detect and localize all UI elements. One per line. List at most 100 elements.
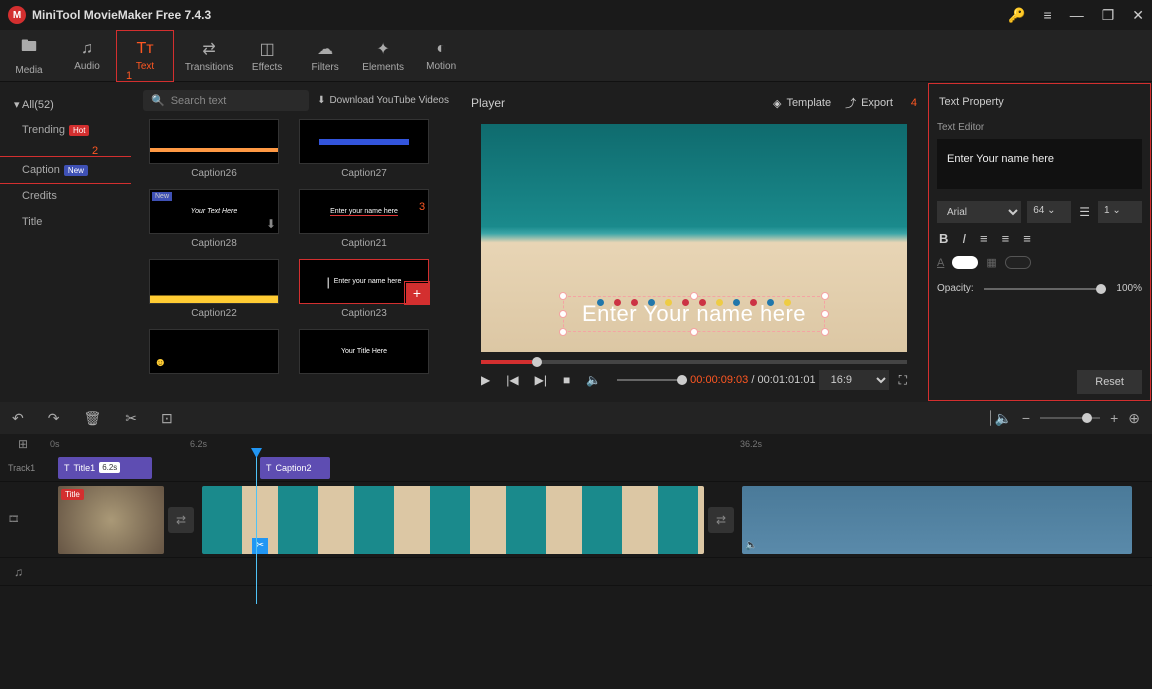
label: Filters	[312, 62, 339, 73]
thumb-extra1[interactable]: ☻	[149, 329, 279, 374]
aspect-select[interactable]: 16:9	[819, 370, 889, 390]
align-left-button[interactable]: ≡	[980, 231, 988, 246]
category-trending[interactable]: TrendingHot	[0, 117, 131, 143]
tool-media[interactable]: 🖿Media	[0, 30, 58, 82]
delete-button[interactable]: 🗑	[83, 410, 101, 427]
filters-icon: ☁	[317, 39, 333, 59]
add-caption-button[interactable]: +	[406, 283, 428, 303]
thumb-caption22[interactable]: Caption22	[149, 259, 279, 319]
reset-button[interactable]: Reset	[1077, 370, 1142, 394]
zoom-fit-button[interactable]: ⊕	[1128, 410, 1140, 427]
elements-icon: ✦	[376, 39, 389, 59]
thumb-extra2[interactable]: Your Title Here	[299, 329, 429, 374]
player-scrubber[interactable]	[481, 360, 907, 364]
video-preview[interactable]: Enter Your name here	[481, 124, 907, 352]
export-icon: ⤴	[845, 95, 856, 111]
maximize-button[interactable]: ❐	[1102, 7, 1115, 24]
music-icon: ♫	[81, 40, 93, 58]
tool-elements[interactable]: ✦Elements	[354, 30, 412, 82]
tool-motion[interactable]: ◐Motion	[412, 30, 470, 82]
stop-button[interactable]: ■	[563, 373, 570, 387]
annotation-1: 1	[126, 70, 132, 82]
thumb-caption23[interactable]: |Enter your name here + Caption23 3	[299, 259, 429, 319]
label: All(52)	[22, 99, 54, 111]
play-button[interactable]: ▶	[481, 373, 490, 387]
transition-icon[interactable]: ⇄	[708, 507, 734, 533]
category-all[interactable]: ▾ All(52)	[0, 92, 131, 117]
tool-transitions[interactable]: ⇄Transitions	[180, 30, 238, 82]
text-property-panel: Text Property Text Editor Enter Your nam…	[927, 82, 1152, 402]
text-color-icon: A	[937, 257, 944, 269]
category-credits[interactable]: Credits	[0, 183, 131, 209]
search-icon: 🔍	[151, 94, 165, 107]
annotation-4: 4	[911, 97, 917, 109]
upgrade-key-icon[interactable]: 🔑	[1008, 7, 1025, 24]
tool-audio[interactable]: ♫Audio	[58, 30, 116, 82]
zoom-out-button[interactable]: −	[1022, 410, 1030, 426]
prev-frame-button[interactable]: |◀	[506, 373, 518, 387]
mute-toggle[interactable]: ⏐🔈	[987, 410, 1012, 427]
video-clip-3[interactable]: 🔈	[742, 486, 1132, 554]
opacity-slider[interactable]	[984, 288, 1107, 290]
video-track-row[interactable]: 🎞 Title ⇄ ✂ ⇄ 🔈	[0, 482, 1152, 558]
playhead[interactable]	[256, 454, 257, 604]
title-track-row[interactable]: Track1 T Title1 6.2s T Caption2	[0, 454, 1152, 482]
export-button[interactable]: ⤴Export	[845, 95, 893, 111]
fullscreen-button[interactable]: ⛶	[899, 373, 907, 388]
timeline-ruler[interactable]: ⊞ 0s 6.2s 36.2s	[0, 434, 1152, 454]
tool-text[interactable]: TᴛText	[116, 30, 174, 82]
timeline: ↶ ↷ 🗑 ✂ ⊡ ⏐🔈 − + ⊕ ⊞ 0s 6.2s 36.2s Track…	[0, 402, 1152, 604]
split-button[interactable]: ✂	[125, 410, 137, 427]
category-title[interactable]: Title	[0, 209, 131, 235]
close-button[interactable]: ✕	[1132, 7, 1144, 24]
hot-badge: Hot	[69, 125, 89, 136]
category-caption[interactable]: CaptionNew	[0, 157, 131, 183]
zoom-in-button[interactable]: +	[1110, 410, 1118, 426]
text-input[interactable]: Enter Your name here	[937, 139, 1142, 189]
italic-button[interactable]: I	[962, 231, 966, 246]
search-input[interactable]: 🔍Search text	[143, 90, 309, 111]
video-clip-2[interactable]: ✂	[202, 486, 704, 554]
title-clip[interactable]: T Title1 6.2s	[58, 457, 152, 479]
thumb-caption21[interactable]: Enter your name hereCaption21	[299, 189, 429, 249]
video-clip-1[interactable]: Title	[58, 486, 164, 554]
font-size-select[interactable]: 64 ⌄	[1027, 201, 1071, 223]
minimize-button[interactable]: —	[1070, 7, 1084, 23]
download-youtube-button[interactable]: ⬇Download YouTube Videos	[317, 95, 449, 106]
bg-color-icon: ▦	[986, 256, 996, 269]
volume-button[interactable]: 🔈	[586, 373, 601, 387]
template-button[interactable]: ◈Template	[773, 97, 831, 110]
transition-icon[interactable]: ⇄	[168, 507, 194, 533]
audio-track-row[interactable]: ♫	[0, 558, 1152, 586]
tool-effects[interactable]: ◫Effects	[238, 30, 296, 82]
tool-filters[interactable]: ☁ Filters	[296, 30, 354, 82]
menu-icon[interactable]: ≡	[1044, 7, 1052, 23]
folder-icon: 🖿	[21, 35, 37, 62]
overlay-text: Enter Your name here	[582, 301, 806, 326]
font-family-select[interactable]: Arial	[937, 201, 1021, 223]
redo-button[interactable]: ↷	[48, 410, 60, 427]
align-right-button[interactable]: ≡	[1023, 231, 1031, 246]
zoom-slider[interactable]	[1040, 417, 1100, 419]
label: Title	[22, 216, 42, 228]
line-spacing-select[interactable]: 1 ⌄	[1098, 201, 1142, 223]
audio-track-icon: ♫	[14, 565, 23, 579]
align-center-button[interactable]: ≡	[1002, 231, 1010, 246]
thumb-caption26[interactable]: Caption26	[149, 119, 279, 179]
player-panel: Player ◈Template ⤴Export 4 Enter Your na…	[461, 82, 927, 402]
volume-slider[interactable]	[617, 379, 687, 381]
bg-color-swatch[interactable]	[1005, 256, 1031, 269]
bold-button[interactable]: B	[939, 231, 948, 246]
text-overlay-box[interactable]: Enter Your name here	[563, 296, 825, 332]
text-color-swatch[interactable]	[952, 256, 978, 269]
caption-clip[interactable]: T Caption2	[260, 457, 330, 479]
next-frame-button[interactable]: ▶|	[535, 373, 547, 387]
add-track-button[interactable]: ⊞	[18, 437, 28, 451]
crop-button[interactable]: ⊡	[161, 410, 173, 427]
text-icon: Tᴛ	[136, 40, 153, 58]
thumb-caption27[interactable]: Caption27	[299, 119, 429, 179]
app-title: MiniTool MovieMaker Free 7.4.3	[32, 8, 1008, 22]
thumb-caption28[interactable]: NewYour Text Here⬇Caption28	[149, 189, 279, 249]
track-label: Track1	[8, 463, 50, 473]
undo-button[interactable]: ↶	[12, 410, 24, 427]
